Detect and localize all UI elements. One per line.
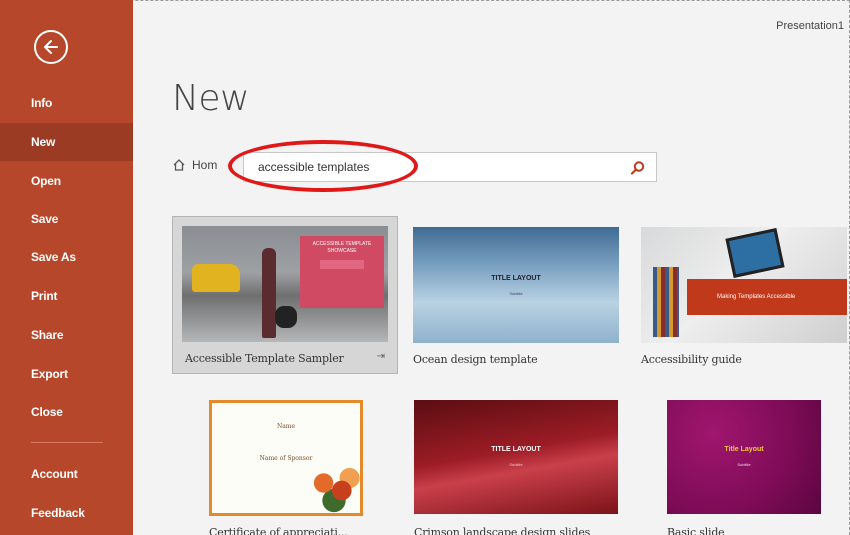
pencils-shape bbox=[653, 267, 679, 337]
template-thumbnail: TITLE LAYOUT Subtitle bbox=[414, 400, 618, 514]
thumbnail-subtitle: Subtitle bbox=[509, 291, 523, 296]
nav-share[interactable]: Share bbox=[0, 316, 133, 354]
nav-print[interactable]: Print bbox=[0, 277, 133, 315]
thumbnail-line: Name bbox=[276, 423, 296, 430]
nav-label: Save As bbox=[31, 250, 76, 264]
thumbnail-card: ACCESSIBLE TEMPLATE SHOWCASE bbox=[300, 236, 384, 308]
nav-close[interactable]: Close bbox=[0, 393, 133, 431]
nav-label: Share bbox=[31, 328, 64, 342]
template-label: Ocean design template bbox=[413, 353, 538, 366]
template-tile-ocean[interactable]: TITLE LAYOUT Subtitle Ocean design templ… bbox=[404, 216, 630, 374]
page-title: New bbox=[172, 78, 250, 119]
nav-label: Account bbox=[31, 467, 78, 481]
thumbnail-swatch bbox=[320, 260, 364, 269]
thumbnail-title: TITLE LAYOUT bbox=[491, 275, 541, 282]
nav-label: Print bbox=[31, 289, 58, 303]
nav-export[interactable]: Export bbox=[0, 355, 133, 393]
template-thumbnail: Making Templates Accessible bbox=[641, 227, 847, 343]
thumbnail-band: Making Templates Accessible bbox=[687, 279, 847, 315]
nav-label: Close bbox=[31, 405, 63, 419]
template-label: Crimson landscape design slides bbox=[414, 526, 591, 535]
template-thumbnail: ACCESSIBLE TEMPLATE SHOWCASE bbox=[182, 226, 388, 342]
template-tile-certificate[interactable]: Name Name of Sponsor Certificate of appr… bbox=[205, 396, 370, 535]
thumbnail-line: Name of Sponsor bbox=[259, 455, 313, 462]
nav-label: Info bbox=[31, 96, 53, 110]
template-label: Basic slide bbox=[667, 526, 725, 535]
person-shape bbox=[262, 248, 276, 338]
search-input[interactable] bbox=[258, 153, 618, 181]
nav-label: Feedback bbox=[31, 506, 85, 520]
nav-info[interactable]: Info bbox=[0, 84, 133, 122]
home-icon bbox=[173, 159, 185, 171]
nav-divider bbox=[31, 442, 103, 443]
back-button[interactable] bbox=[34, 30, 68, 64]
home-breadcrumb[interactable]: Hom bbox=[172, 158, 217, 172]
template-thumbnail: Name Name of Sponsor bbox=[209, 400, 363, 516]
template-tile-accessible-sampler[interactable]: ACCESSIBLE TEMPLATE SHOWCASE Accessible … bbox=[172, 216, 398, 374]
document-title: Presentation1 bbox=[776, 20, 844, 32]
thumbnail-title: Title Layout bbox=[724, 446, 764, 453]
template-thumbnail: Title Layout Subtitle bbox=[667, 400, 821, 514]
nav-open[interactable]: Open bbox=[0, 162, 133, 200]
nav-save-as[interactable]: Save As bbox=[0, 238, 133, 276]
nav-feedback[interactable]: Feedback bbox=[0, 494, 133, 532]
taxi-shape bbox=[192, 264, 240, 292]
thumbnail-title: ACCESSIBLE TEMPLATE SHOWCASE bbox=[312, 241, 372, 254]
home-label: Hom bbox=[192, 158, 218, 172]
thumbnail-subtitle: Subtitle bbox=[509, 462, 523, 467]
template-label: Accessible Template Sampler bbox=[185, 352, 344, 365]
nav-account[interactable]: Account bbox=[0, 455, 133, 493]
search-icon[interactable] bbox=[630, 160, 646, 176]
nav-label: New bbox=[31, 135, 56, 149]
pin-icon[interactable]: ⇥ bbox=[377, 351, 385, 362]
flowers-shape bbox=[308, 463, 360, 513]
back-arrow-icon bbox=[44, 40, 58, 54]
template-tile-accessibility-guide[interactable]: Making Templates Accessible Accessibilit… bbox=[632, 216, 847, 374]
template-search-box bbox=[243, 152, 657, 182]
nav-label: Open bbox=[31, 174, 61, 188]
template-label: Certificate of appreciati... bbox=[209, 526, 348, 535]
nav-label: Save bbox=[31, 212, 59, 226]
backstage-sidebar: Info New Open Save Save As Print Share E… bbox=[0, 0, 133, 535]
tablet-shape bbox=[725, 228, 785, 278]
template-tile-crimson[interactable]: TITLE LAYOUT Subtitle Crimson landscape … bbox=[410, 396, 630, 535]
thumbnail-title: TITLE LAYOUT bbox=[491, 446, 541, 453]
template-label: Accessibility guide bbox=[641, 353, 742, 366]
dog-shape bbox=[275, 306, 297, 328]
nav-new[interactable]: New bbox=[0, 123, 133, 161]
nav-label: Export bbox=[31, 367, 68, 381]
template-tile-basic-slide[interactable]: Title Layout Subtitle Basic slide bbox=[663, 396, 823, 535]
template-thumbnail: TITLE LAYOUT Subtitle bbox=[413, 227, 619, 343]
thumbnail-subtitle: Subtitle bbox=[737, 462, 751, 467]
nav-save[interactable]: Save bbox=[0, 200, 133, 238]
thumbnail-title: Making Templates Accessible bbox=[717, 294, 796, 300]
